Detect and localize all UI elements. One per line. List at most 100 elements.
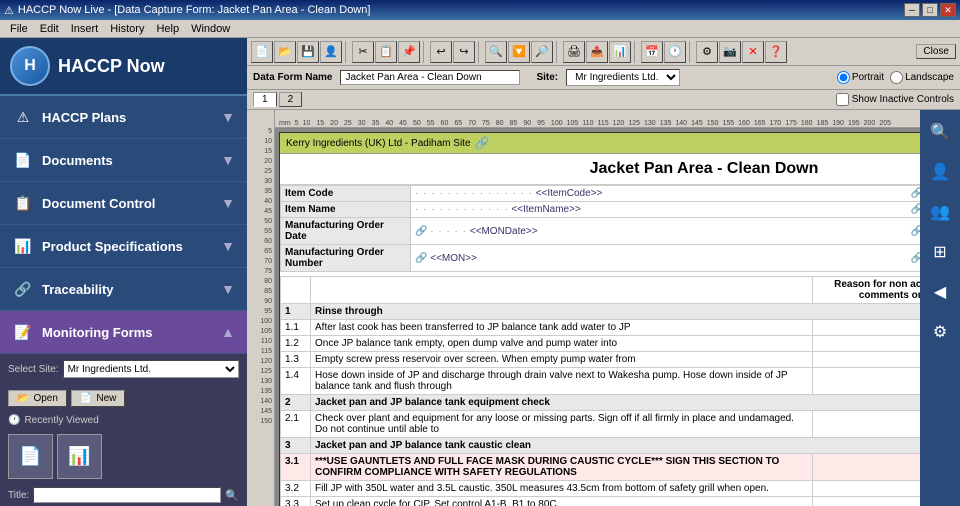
- item-name-row: Item Name · · · · · · · · · · · · <<Item…: [281, 202, 921, 218]
- tb-filter-btn[interactable]: 🔽: [508, 41, 530, 63]
- toolbar: 📄 📂 💾 👤 ✂ 📋 📌 ↩ ↪ 🔍 🔽 🔎 🖨 📤 📊 📅 🕐 ⚙: [247, 38, 960, 66]
- menu-file[interactable]: File: [4, 23, 34, 35]
- row-desc: Empty screw press reservoir over screen.…: [311, 352, 813, 368]
- right-back-icon[interactable]: ◀: [926, 278, 954, 306]
- menu-window[interactable]: Window: [185, 23, 236, 35]
- landscape-option[interactable]: Landscape: [890, 71, 954, 84]
- tb-calendar-btn[interactable]: 📅: [641, 41, 663, 63]
- tb-undo-btn[interactable]: ↩: [430, 41, 452, 63]
- monitoring-forms-arrow: ▲: [221, 324, 235, 340]
- tb-export-btn[interactable]: 📤: [586, 41, 608, 63]
- item-name-dotted: · · · · · · · · · · · ·: [415, 204, 509, 215]
- right-person-icon[interactable]: 👥: [926, 198, 954, 226]
- table-row: 3.2Fill JP with 350L water and 3.5L caus…: [281, 481, 921, 497]
- menu-edit[interactable]: Edit: [34, 23, 65, 35]
- hruler-80: 80: [496, 120, 504, 127]
- maximize-button[interactable]: □: [922, 3, 938, 17]
- minimize-button[interactable]: ─: [904, 3, 920, 17]
- sidebar-item-documents[interactable]: 📄 Documents ▼: [0, 139, 247, 182]
- right-settings-icon[interactable]: ⚙: [926, 318, 954, 346]
- row-desc: Fill JP with 350L water and 3.5L caustic…: [311, 481, 813, 497]
- new-button[interactable]: 📄 New: [71, 390, 125, 407]
- sidebar-item-haccp-plans[interactable]: ⚠ HACCP Plans ▼: [0, 96, 247, 139]
- vruler-num: 50: [247, 218, 274, 228]
- site-select-row: Select Site: Mr Ingredients Ltd.: [8, 360, 239, 378]
- mfg-date-icon1: 🔗: [415, 226, 427, 237]
- sidebar-nav: ⚠ HACCP Plans ▼ 📄 Documents ▼ 📋 Document…: [0, 96, 247, 506]
- site-header-label: Site:: [536, 72, 558, 83]
- open-button[interactable]: 📂 Open: [8, 390, 67, 407]
- hruler-205: 205: [879, 120, 891, 127]
- table-header-row: Reason for non action or general comment…: [281, 277, 921, 304]
- show-inactive-label: Show Inactive Controls: [852, 94, 954, 105]
- row-reason: [813, 368, 921, 395]
- hruler-170: 170: [770, 120, 782, 127]
- title-filter-input[interactable]: [33, 487, 221, 503]
- doc-thumbnail-1[interactable]: 📄: [8, 434, 53, 479]
- tb-delete-btn[interactable]: ✕: [742, 41, 764, 63]
- landscape-radio[interactable]: [890, 71, 903, 84]
- tb-user-btn[interactable]: 👤: [320, 41, 342, 63]
- site-header-dropdown[interactable]: Mr Ingredients Ltd.: [566, 69, 680, 86]
- hruler-135: 135: [660, 120, 672, 127]
- vruler-num: 120: [247, 358, 274, 368]
- show-inactive-checkbox[interactable]: [836, 93, 849, 106]
- portrait-radio[interactable]: [837, 71, 850, 84]
- tb-search-btn[interactable]: 🔍: [485, 41, 507, 63]
- tb-camera-btn[interactable]: 📷: [719, 41, 741, 63]
- row-desc: Jacket pan and JP balance tank equipment…: [311, 395, 921, 411]
- tb-redo-btn[interactable]: ↪: [453, 41, 475, 63]
- mfg-num-icon2: 🔗: [911, 253, 920, 264]
- vruler-num: 140: [247, 398, 274, 408]
- mfg-date-val: <<MONDate>>: [470, 226, 538, 237]
- tb-print-btn[interactable]: 🖨: [563, 41, 585, 63]
- col-header-reason: Reason for non action or general comment…: [813, 277, 921, 304]
- sidebar-item-monitoring-forms[interactable]: 📝 Monitoring Forms ▲: [0, 311, 247, 354]
- portrait-option[interactable]: Portrait: [837, 71, 884, 84]
- site-select-dropdown[interactable]: Mr Ingredients Ltd.: [63, 360, 239, 378]
- right-icons-panel: 🔍 👤 👥 ⊞ ◀ ⚙: [920, 110, 960, 506]
- tb-clock-btn[interactable]: 🕐: [664, 41, 686, 63]
- hruler-125: 125: [628, 120, 640, 127]
- sidebar-item-traceability[interactable]: 🔗 Traceability ▼: [0, 268, 247, 311]
- tb-copy-btn[interactable]: 📋: [375, 41, 397, 63]
- logo-text: HACCP Now: [58, 56, 165, 77]
- right-search-icon[interactable]: 🔍: [926, 118, 954, 146]
- tb-zoom-btn[interactable]: 🔎: [531, 41, 553, 63]
- vruler-num: 130: [247, 378, 274, 388]
- doc-thumbnail-2[interactable]: 📊: [57, 434, 102, 479]
- document-area[interactable]: Kerry Ingredients (UK) Ltd - Padiham Sit…: [275, 128, 920, 506]
- tb-help-btn[interactable]: ❓: [765, 41, 787, 63]
- form-name-value: Jacket Pan Area - Clean Down: [340, 70, 520, 85]
- vruler-num: 110: [247, 338, 274, 348]
- hruler-180: 180: [801, 120, 813, 127]
- row-num: 1.1: [281, 320, 311, 336]
- tb-new-btn[interactable]: 📄: [251, 41, 273, 63]
- vruler-num: 95: [247, 308, 274, 318]
- window-close-button[interactable]: ✕: [940, 3, 956, 17]
- row-reason: [813, 352, 921, 368]
- sidebar-item-document-control[interactable]: 📋 Document Control ▼: [0, 182, 247, 225]
- tb-save-btn[interactable]: 💾: [297, 41, 319, 63]
- menu-insert[interactable]: Insert: [65, 23, 105, 35]
- page-tab-1[interactable]: 1: [253, 92, 277, 107]
- tb-cut-btn[interactable]: ✂: [352, 41, 374, 63]
- right-user-icon[interactable]: 👤: [926, 158, 954, 186]
- close-button[interactable]: Close: [916, 44, 956, 59]
- traceability-arrow: ▼: [221, 281, 235, 297]
- title-search-icon[interactable]: 🔍: [225, 489, 239, 502]
- form-title: Jacket Pan Area - Clean Down: [280, 154, 920, 185]
- page-tab-2[interactable]: 2: [279, 92, 303, 107]
- tb-paste-btn[interactable]: 📌: [398, 41, 420, 63]
- menu-help[interactable]: Help: [150, 23, 185, 35]
- tb-settings-btn[interactable]: ⚙: [696, 41, 718, 63]
- vruler-num: 80: [247, 278, 274, 288]
- tb-chart-btn[interactable]: 📊: [609, 41, 631, 63]
- sidebar-item-product-specifications[interactable]: 📊 Product Specifications ▼: [0, 225, 247, 268]
- horizontal-ruler: mm 5 10 15 20 25 30 35 40 45 50 55 60 65…: [275, 110, 920, 128]
- logo-icon: H: [10, 46, 50, 86]
- right-windows-icon[interactable]: ⊞: [926, 238, 954, 266]
- tb-sep1: [345, 41, 349, 63]
- tb-open-btn[interactable]: 📂: [274, 41, 296, 63]
- menu-history[interactable]: History: [104, 23, 150, 35]
